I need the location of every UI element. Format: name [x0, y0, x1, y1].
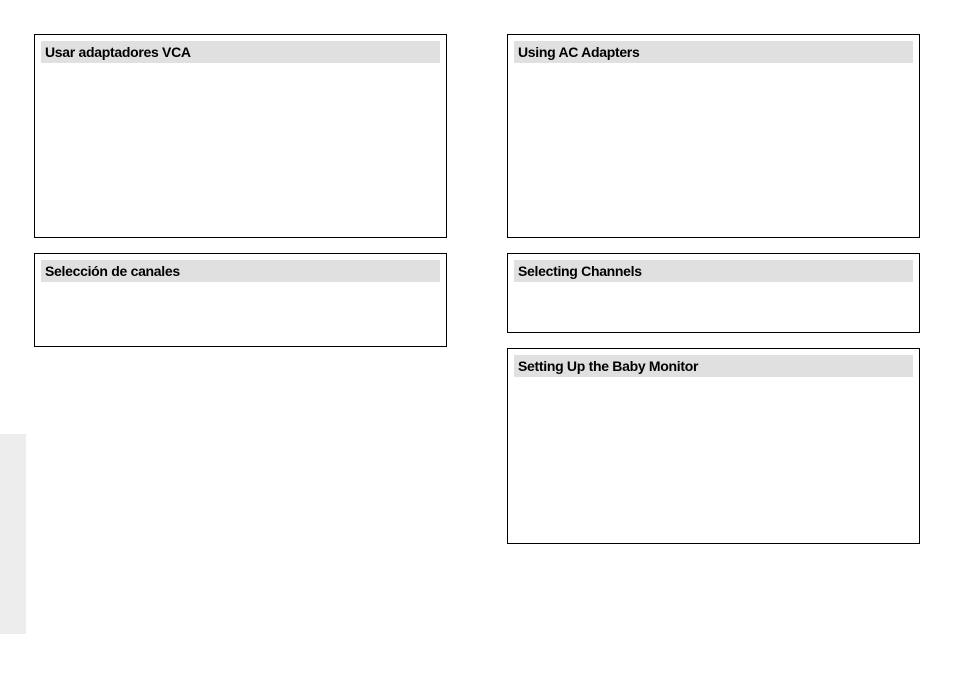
- section-title: Setting Up the Baby Monitor: [514, 355, 913, 377]
- section-title: Selecting Channels: [514, 260, 913, 282]
- section-body: [514, 377, 913, 537]
- section-body: [41, 282, 440, 340]
- section-box: Setting Up the Baby Monitor: [507, 348, 920, 544]
- section-body: [41, 63, 440, 231]
- section-body: [514, 63, 913, 231]
- section-title: Usar adaptadores VCA: [41, 41, 440, 63]
- page-edge-tab: [0, 434, 26, 634]
- section-box: Usar adaptadores VCA: [34, 34, 447, 238]
- section-title: Selección de canales: [41, 260, 440, 282]
- section-title: Using AC Adapters: [514, 41, 913, 63]
- section-box: Using AC Adapters: [507, 34, 920, 238]
- section-box: Selecting Channels: [507, 253, 920, 333]
- section-box: Selección de canales: [34, 253, 447, 347]
- section-body: [514, 282, 913, 326]
- left-column: Usar adaptadores VCA Selección de canale…: [34, 34, 447, 362]
- right-column: Using AC Adapters Selecting Channels Set…: [507, 34, 920, 559]
